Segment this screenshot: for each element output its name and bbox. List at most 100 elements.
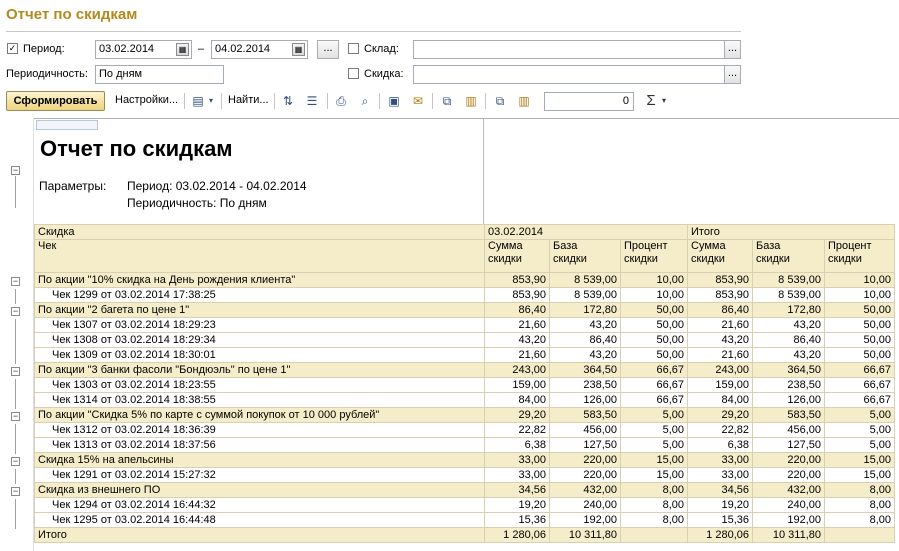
- value-cell: 126,00: [549, 392, 621, 408]
- group-row[interactable]: Скидка 15% на апельсины 33,00 220,00 15,00 3…: [34, 452, 896, 468]
- find-button[interactable]: Найти...: [228, 94, 269, 107]
- value-cell: 84,00: [687, 392, 753, 408]
- discount-checkbox[interactable]: [348, 68, 359, 79]
- value-cell: 8 539,00: [549, 272, 621, 288]
- receipt-name: Чек 1291 от 03.02.2014 15:27:32: [34, 467, 485, 483]
- paste-icon[interactable]: ▥: [463, 93, 479, 109]
- list-icon[interactable]: ☰: [304, 93, 320, 109]
- params-label: Параметры:: [39, 179, 107, 193]
- value-cell: 583,50: [549, 407, 621, 423]
- date-from-value: 03.02.2014: [99, 43, 155, 55]
- paste-cells-icon[interactable]: ▥: [516, 93, 532, 109]
- header-sum: Сумма скидки: [484, 239, 550, 273]
- generate-button[interactable]: Сформировать: [6, 91, 105, 111]
- calendar-icon[interactable]: ▦: [176, 43, 189, 56]
- preview-icon[interactable]: ⌕: [357, 93, 373, 109]
- value-cell: 15,00: [620, 467, 688, 483]
- mail-icon[interactable]: ✉: [410, 93, 426, 109]
- group-bracket: [15, 514, 16, 529]
- warehouse-input[interactable]: [413, 40, 725, 59]
- group-row[interactable]: Скидка из внешнего ПО 34,56 432,00 8,00 34,5…: [34, 482, 896, 498]
- date-dash: –: [198, 43, 205, 55]
- table-row[interactable]: Чек 1308 от 03.02.2014 18:29:34 43,20 86,4…: [34, 332, 896, 348]
- value-cell: 19,20: [484, 497, 550, 513]
- warehouse-select-button[interactable]: ...: [724, 40, 741, 59]
- group-row[interactable]: По акции "Скидка 5% по карте с суммой по…: [34, 407, 896, 423]
- period-checkbox[interactable]: ✓: [7, 43, 18, 54]
- discount-select-button[interactable]: ...: [724, 65, 741, 84]
- value-cell: 19,20: [687, 497, 753, 513]
- value-cell: 220,00: [549, 452, 621, 468]
- value-cell: 192,00: [752, 512, 825, 528]
- group-row[interactable]: По акции "2 багета по цене 1" 86,40 172,80…: [34, 302, 896, 318]
- variant-icon[interactable]: ▤: [190, 93, 206, 109]
- value-cell: 192,00: [549, 512, 621, 528]
- save-icon[interactable]: ▣: [386, 93, 402, 109]
- sigma-icon[interactable]: Σ: [643, 93, 659, 109]
- value-cell: 172,80: [752, 302, 825, 318]
- collapse-group-icon[interactable]: −: [11, 457, 20, 466]
- collapse-group-icon[interactable]: −: [11, 487, 20, 496]
- calendar-icon[interactable]: ▦: [292, 43, 305, 56]
- periodicity-input[interactable]: По дням: [95, 65, 224, 84]
- chevron-down-icon[interactable]: ▾: [659, 93, 669, 109]
- table-row[interactable]: Чек 1307 от 03.02.2014 18:29:23 21,60 43,2…: [34, 317, 896, 333]
- period-select-button[interactable]: ...: [317, 40, 339, 59]
- value-cell: 127,50: [549, 437, 621, 453]
- group-row[interactable]: По акции "10% скидка на День рождения кл…: [34, 272, 896, 288]
- table-row[interactable]: Чек 1313 от 03.02.2014 18:37:56 6,38 127,5…: [34, 437, 896, 453]
- settings-button[interactable]: Настройки...: [115, 94, 178, 107]
- header-date: 03.02.2014: [484, 224, 688, 240]
- table-row[interactable]: Чек 1314 от 03.02.2014 18:38:55 84,00 126,…: [34, 392, 896, 408]
- collapse-header-icon[interactable]: −: [11, 166, 20, 175]
- value-cell: 5,00: [620, 407, 688, 423]
- warehouse-checkbox[interactable]: [348, 43, 359, 54]
- group-row[interactable]: По акции "3 банки фасоли "Бондюэль" по ц…: [34, 362, 896, 378]
- group-name: По акции "3 банки фасоли "Бондюэль" по ц…: [34, 362, 485, 378]
- value-cell: 364,50: [549, 362, 621, 378]
- group-bracket: [15, 394, 16, 409]
- table-row[interactable]: Чек 1309 от 03.02.2014 18:30:01 21,60 43,2…: [34, 347, 896, 363]
- sum-field[interactable]: 0: [544, 92, 634, 111]
- table-row[interactable]: Чек 1291 от 03.02.2014 15:27:32 33,00 220,…: [34, 467, 896, 483]
- chevron-down-icon[interactable]: ▾: [206, 93, 216, 109]
- collapse-group-icon[interactable]: −: [11, 367, 20, 376]
- value-cell: 159,00: [484, 377, 550, 393]
- value-cell: 220,00: [549, 467, 621, 483]
- value-cell: 220,00: [752, 467, 825, 483]
- copy-cells-icon[interactable]: ⧉: [492, 93, 508, 109]
- value-cell: 853,90: [484, 272, 550, 288]
- value-cell: 50,00: [823, 332, 896, 348]
- value-cell: 86,40: [752, 332, 825, 348]
- report-table: Скидка 03.02.2014 Итого Чек Сумма скидки …: [34, 224, 896, 543]
- table-row[interactable]: Чек 1303 от 03.02.2014 18:23:55 159,00 238…: [34, 377, 896, 393]
- warehouse-label: Склад:: [364, 43, 399, 55]
- table-row[interactable]: Чек 1312 от 03.02.2014 18:36:39 22,82 456,…: [34, 422, 896, 438]
- value-cell: 456,00: [752, 422, 825, 438]
- sort-icon[interactable]: ⇅: [280, 93, 296, 109]
- value-cell: 66,67: [823, 377, 896, 393]
- value-cell: 50,00: [620, 332, 688, 348]
- table-row[interactable]: Чек 1299 от 03.02.2014 17:38:25 853,90 8 5…: [34, 287, 896, 303]
- value-cell: 22,82: [687, 422, 753, 438]
- value-cell: 853,90: [687, 272, 753, 288]
- table-row[interactable]: Чек 1294 от 03.02.2014 16:44:32 19,20 240,…: [34, 497, 896, 513]
- receipt-name: Чек 1312 от 03.02.2014 18:36:39: [34, 422, 485, 438]
- value-cell: 29,20: [484, 407, 550, 423]
- discount-input[interactable]: [413, 65, 725, 84]
- print-icon[interactable]: ⎙: [333, 93, 349, 109]
- collapse-group-icon[interactable]: −: [11, 277, 20, 286]
- value-cell: 86,40: [549, 332, 621, 348]
- period-label: Период:: [23, 43, 65, 55]
- periodicity-param: Периодичность: По дням: [127, 196, 267, 210]
- report-title: Отчет по скидкам: [40, 136, 233, 161]
- table-row[interactable]: Чек 1295 от 03.02.2014 16:44:48 15,36 192,…: [34, 512, 896, 528]
- collapse-group-icon[interactable]: −: [11, 307, 20, 316]
- copy-icon[interactable]: ⧉: [439, 93, 455, 109]
- collapse-group-icon[interactable]: −: [11, 412, 20, 421]
- group-bracket: [15, 319, 16, 334]
- group-name: По акции "10% скидка на День рождения кл…: [34, 272, 485, 288]
- value-cell: 10,00: [620, 272, 688, 288]
- value-cell: 21,60: [484, 317, 550, 333]
- total-row[interactable]: Итого 1 280,06 10 311,80 1 280,06 10 311,80: [34, 527, 896, 543]
